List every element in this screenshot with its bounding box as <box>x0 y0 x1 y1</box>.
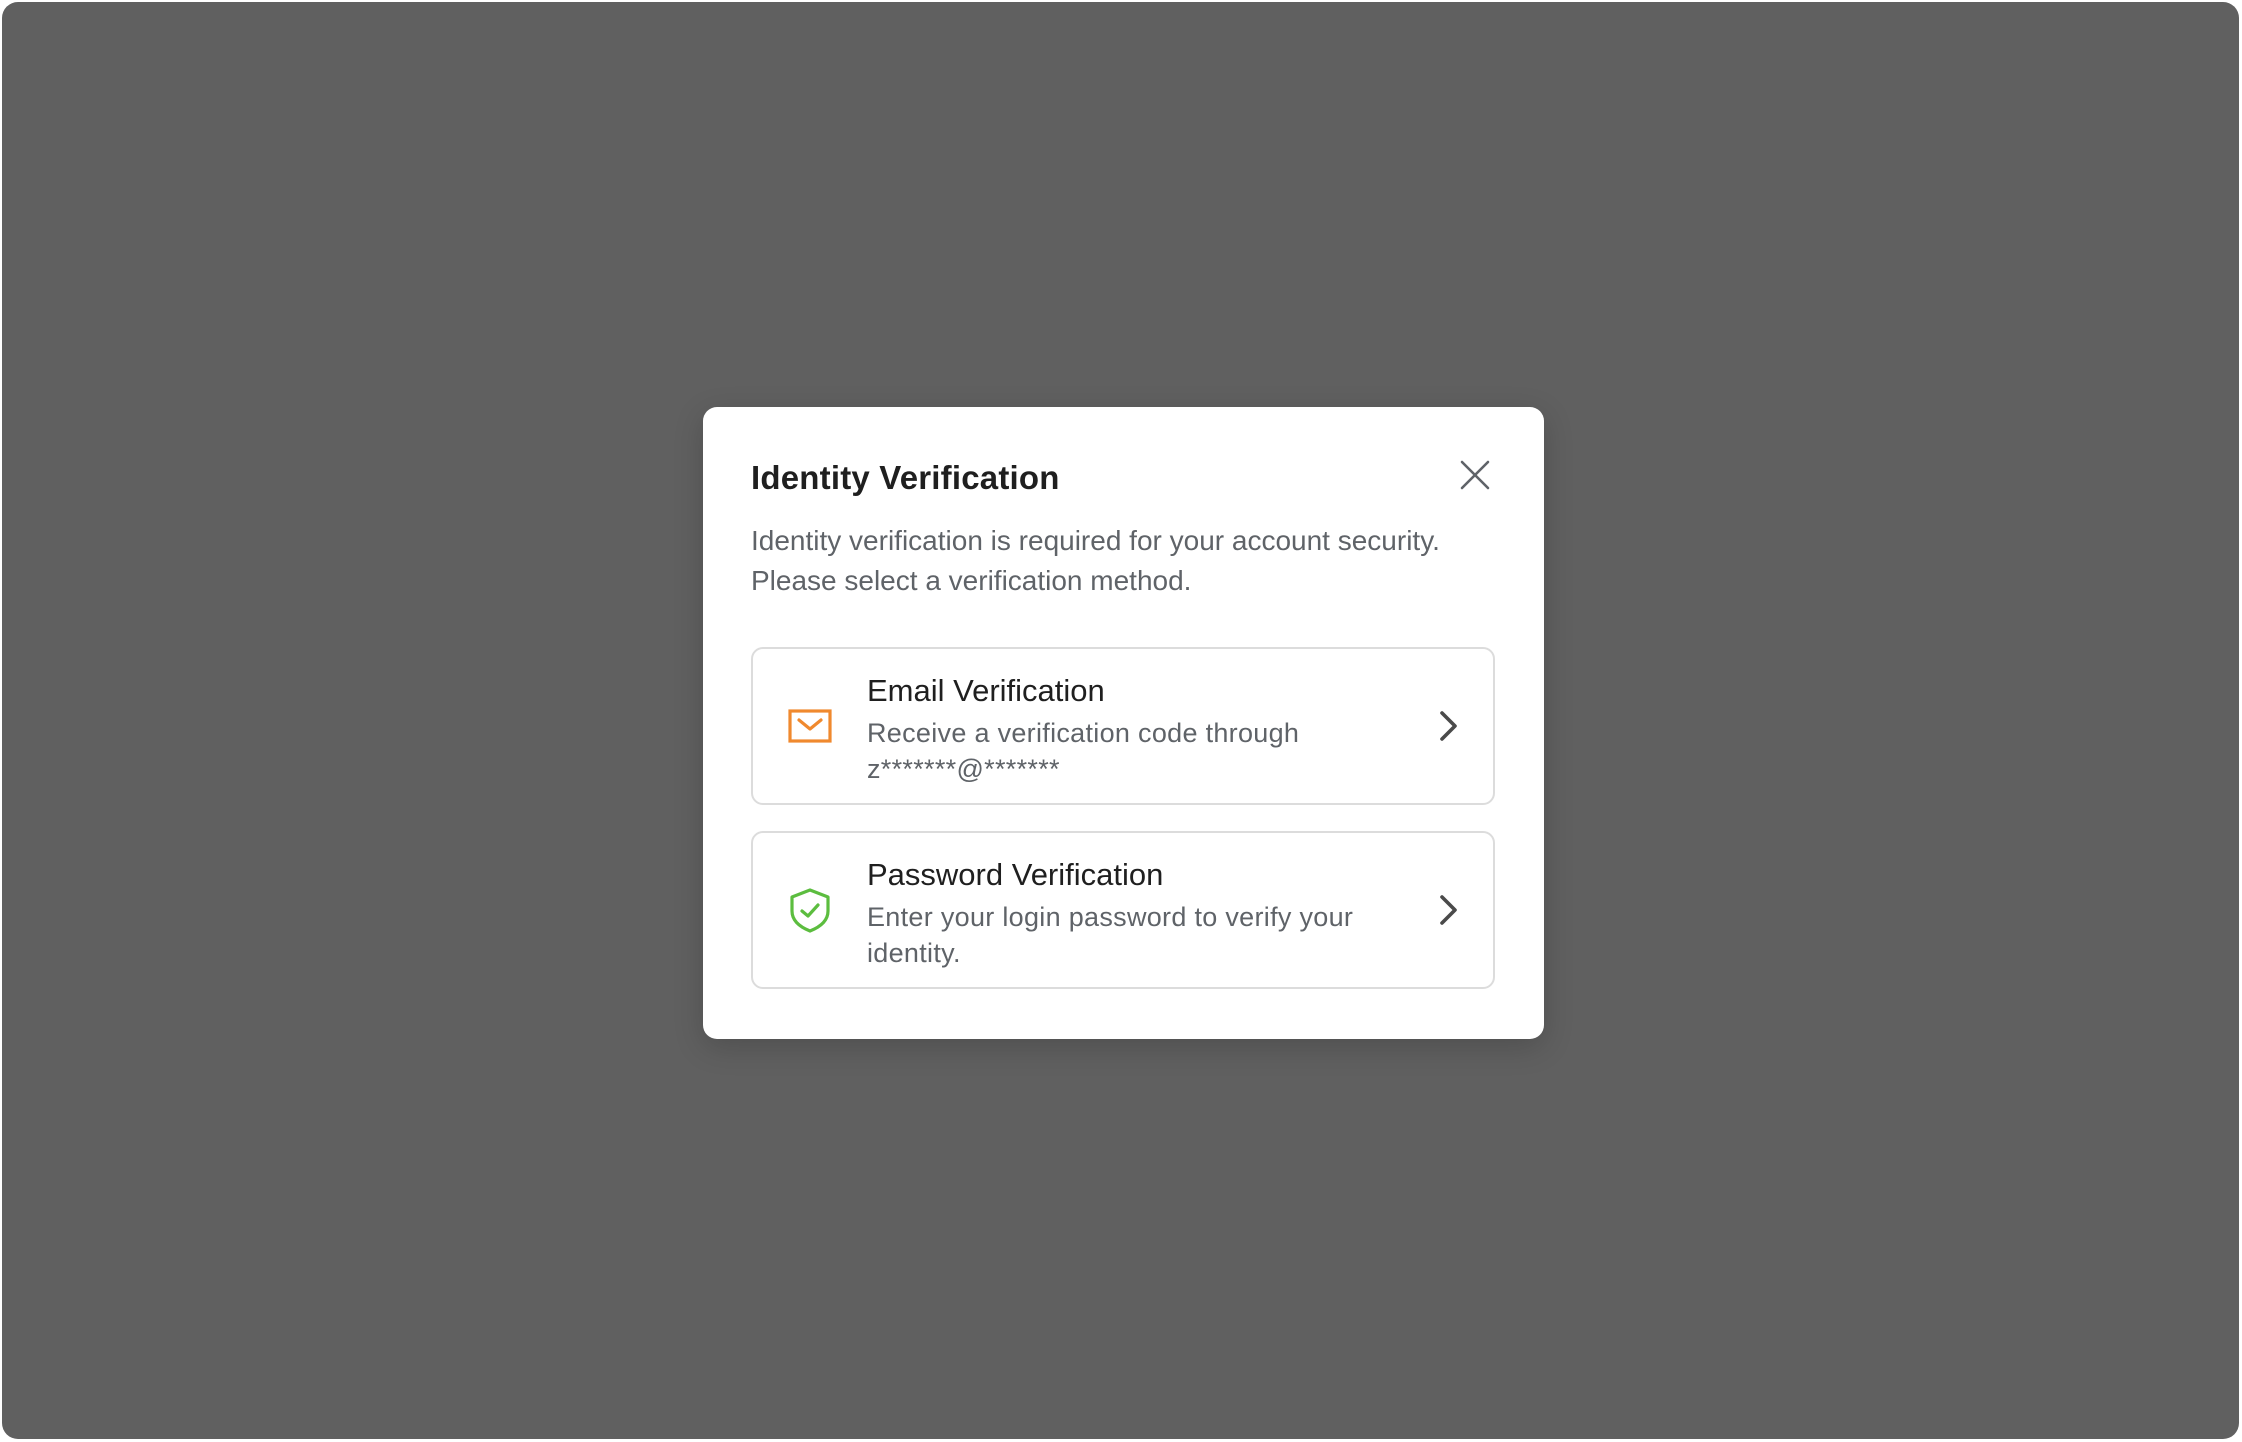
close-button[interactable] <box>1455 455 1495 495</box>
shield-check-icon <box>790 888 830 933</box>
password-verification-description: Enter your login password to verify your… <box>867 902 1354 968</box>
chevron-right-icon <box>1440 711 1457 741</box>
dialog-description: Identity verification is required for yo… <box>751 525 1440 596</box>
password-verification-option[interactable]: Password Verification Enter your login p… <box>751 831 1495 989</box>
envelope-icon <box>788 709 832 743</box>
chevron-right-icon <box>1440 895 1457 925</box>
close-icon <box>1460 460 1490 490</box>
identity-verification-dialog: Identity Verification Identity verificat… <box>703 407 1544 1039</box>
email-verification-description: Receive a verification code through z***… <box>867 718 1300 784</box>
modal-overlay[interactable]: Identity Verification Identity verificat… <box>2 2 2239 1439</box>
dialog-title: Identity Verification <box>751 459 1060 496</box>
email-verification-title: Email Verification <box>867 673 1105 708</box>
email-verification-option[interactable]: Email Verification Receive a verificatio… <box>751 647 1495 805</box>
password-verification-title: Password Verification <box>867 857 1164 892</box>
